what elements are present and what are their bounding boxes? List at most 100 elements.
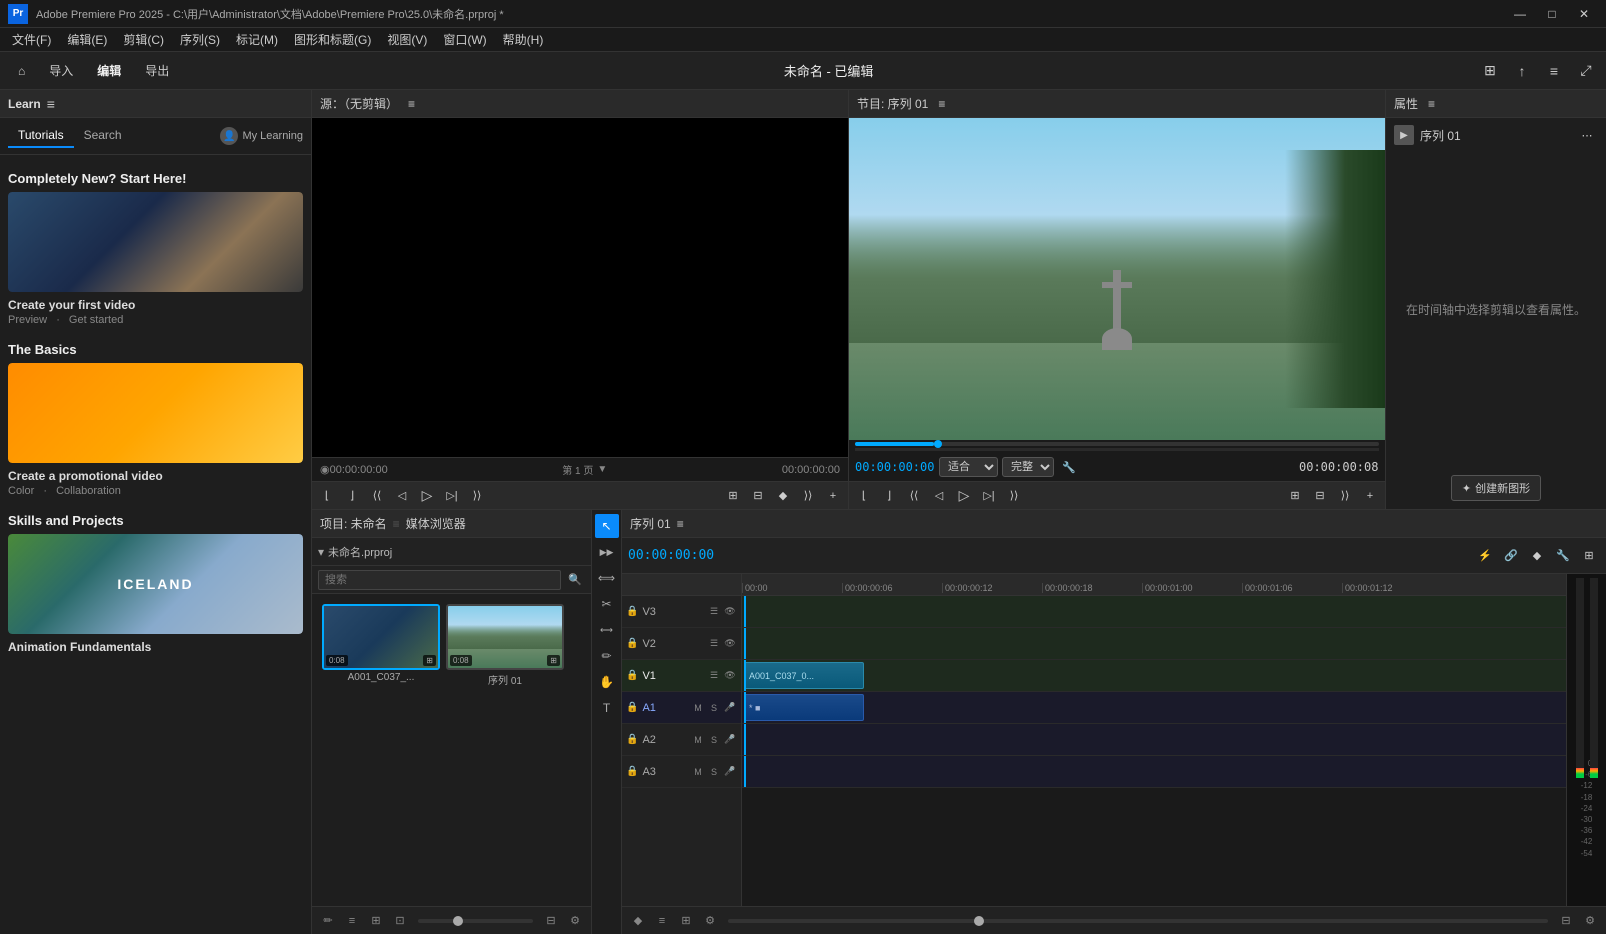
freeform-button[interactable]: ⊡ [390,911,410,931]
tl-add-marker-btn[interactable]: ◆ [628,911,648,931]
tl-settings-btn[interactable]: ⚙ [700,911,720,931]
a1-lock-icon[interactable]: 🔒 [626,702,638,713]
text-tool[interactable]: T [595,696,619,720]
tl-grid-btn[interactable]: ⊞ [676,911,696,931]
program-play[interactable]: ▷ [953,485,975,507]
properties-menu-icon[interactable]: ≡ [1428,97,1435,111]
grid-view-button[interactable]: ⊞ [366,911,386,931]
menu-file[interactable]: 文件(F) [4,28,59,52]
program-step-fwd[interactable]: ▷| [978,485,1000,507]
tl-wrench-btn[interactable]: 🔧 [1552,545,1574,567]
pen-tool[interactable]: ✏ [595,644,619,668]
source-insert[interactable]: ⊞ [722,485,744,507]
menu-help[interactable]: 帮助(H) [495,28,552,52]
ripple-edit-tool[interactable]: ⟺ [595,566,619,590]
tl-zoom-slider[interactable] [728,919,1548,923]
program-go-in[interactable]: ⟨⟨ [903,485,925,507]
source-add-marker[interactable]: ◆ [772,485,794,507]
a1-m-btn[interactable]: M [691,701,705,715]
zoom-slider[interactable] [418,919,533,923]
fullscreen-button[interactable]: ⤢ [1574,59,1598,83]
close-button[interactable]: ✕ [1570,4,1598,24]
media-item-sequence[interactable]: ⊞ 0:08 序列 01 [446,604,564,687]
menu-button[interactable]: ≡ [1542,59,1566,83]
tl-snap-btn[interactable]: ⚡ [1474,545,1496,567]
source-play[interactable]: ▷ [416,485,438,507]
export-button[interactable]: 导出 [135,58,179,83]
a3-s-btn[interactable]: S [707,765,721,779]
program-menu-icon[interactable]: ≡ [938,97,945,111]
sort-button[interactable]: ⊟ [541,911,561,931]
a3-mic-btn[interactable]: 🎤 [723,765,737,779]
learn-menu-icon[interactable]: ≡ [47,96,55,112]
tl-multi-btn[interactable]: ⊞ [1578,545,1600,567]
program-fit-select[interactable]: 适合25%50%75%100% [939,457,998,477]
v3-sync-btn[interactable]: ☰ [707,605,721,619]
source-go-in[interactable]: ⟨⟨ [366,485,388,507]
tutorial-card-first-video[interactable]: Create your first video Preview · Get st… [8,192,303,326]
source-page-dropdown[interactable]: ▼ [597,464,607,475]
a2-lock-icon[interactable]: 🔒 [626,734,638,745]
preview-link[interactable]: Preview [8,314,47,326]
v2-eye-btn[interactable]: 👁 [723,637,737,651]
a2-m-btn[interactable]: M [691,733,705,747]
menu-clip[interactable]: 剪辑(C) [115,28,172,52]
media-browser-tab[interactable]: 媒体浏览器 [406,515,466,532]
timeline-menu-icon[interactable]: ≡ [677,517,684,531]
source-go-out[interactable]: ⟩⟩ [466,485,488,507]
list-view-button[interactable]: ≡ [342,911,362,931]
import-button[interactable]: 导入 [39,58,83,83]
a2-s-btn[interactable]: S [707,733,721,747]
my-learning-button[interactable]: 👤 My Learning [220,127,303,145]
tl-link-btn[interactable]: 🔗 [1500,545,1522,567]
menu-edit[interactable]: 编辑(E) [59,28,115,52]
tutorial-card-promo[interactable]: Create a promotional video Color · Colla… [8,363,303,497]
program-more[interactable]: ⟩⟩ [1334,485,1356,507]
menu-view[interactable]: 视图(V) [379,28,435,52]
menu-sequence[interactable]: 序列(S) [172,28,228,52]
v1-lock-icon[interactable]: 🔒 [626,670,638,681]
v2-sync-btn[interactable]: ☰ [707,637,721,651]
new-bin-button[interactable]: ✏ [318,911,338,931]
program-extract[interactable]: ⊟ [1309,485,1331,507]
program-mark-out[interactable]: ⌋ [878,485,900,507]
share-button[interactable]: ↑ [1510,59,1534,83]
v1-eye-btn[interactable]: 👁 [723,669,737,683]
source-menu-icon[interactable]: ≡ [408,97,415,111]
create-graphic-button[interactable]: ✦ 创建新图形 [1451,475,1541,501]
zoom-handle[interactable] [453,916,463,926]
sequence-more-button[interactable]: ⋯ [1576,124,1598,146]
a1-mic-btn[interactable]: 🎤 [723,701,737,715]
tl-zoom-handle[interactable] [974,916,984,926]
source-step-back[interactable]: ◁ [391,485,413,507]
minimize-button[interactable]: — [1506,4,1534,24]
program-step-back[interactable]: ◁ [928,485,950,507]
a1-s-btn[interactable]: S [707,701,721,715]
a3-m-btn[interactable]: M [691,765,705,779]
menu-window[interactable]: 窗口(W) [435,28,494,52]
color-link[interactable]: Color [8,485,34,497]
tl-list-btn[interactable]: ≡ [652,911,672,931]
edit-button[interactable]: 编辑 [87,58,131,83]
project-search-input[interactable] [318,570,561,590]
project-title[interactable]: 项目: 未命名 [320,515,387,532]
program-extra[interactable]: + [1359,485,1381,507]
v3-lock-icon[interactable]: 🔒 [626,606,638,617]
source-overwrite[interactable]: ⊟ [747,485,769,507]
workspace-button[interactable]: ⊞ [1478,59,1502,83]
v2-lock-icon[interactable]: 🔒 [626,638,638,649]
source-mark-in[interactable]: ⌊ [316,485,338,507]
menu-marker[interactable]: 标记(M) [228,28,286,52]
home-button[interactable]: ⌂ [8,60,35,82]
source-step-fwd[interactable]: ▷| [441,485,463,507]
tutorial-card-animation[interactable]: Animation Fundamentals [8,534,303,654]
v3-eye-btn[interactable]: 👁 [723,605,737,619]
source-mark-out[interactable]: ⌋ [341,485,363,507]
get-started-link[interactable]: Get started [69,314,123,326]
selection-tool[interactable]: ↖ [595,514,619,538]
a1-clip[interactable]: * ■ [744,694,864,721]
program-lift[interactable]: ⊞ [1284,485,1306,507]
source-extra[interactable]: + [822,485,844,507]
program-mark-in[interactable]: ⌊ [853,485,875,507]
track-select-tool[interactable]: ▶▶ [595,540,619,564]
